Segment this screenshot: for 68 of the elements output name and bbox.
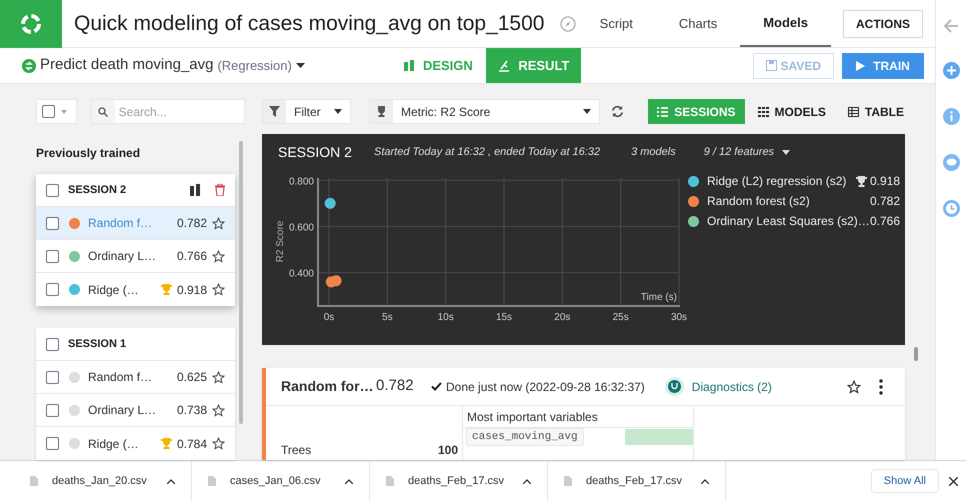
x-tick-label: 20s xyxy=(554,312,570,323)
model-status: Done just now (2022-09-28 16:32:37) xyxy=(446,378,645,396)
download-item[interactable]: deaths_Feb_17.csv xyxy=(370,461,548,501)
x-tick-label: 10s xyxy=(438,312,454,323)
session-title: SESSION 2 xyxy=(278,142,353,162)
show-all-button[interactable]: Show All xyxy=(870,469,939,493)
x-axis-label: Time (s) xyxy=(640,292,677,303)
model-row[interactable]: Ordinary L… 0.738 xyxy=(36,394,235,427)
model-name: Ordinary L… xyxy=(88,402,158,419)
page-title: Quick modeling of cases moving_avg on top_1500 xyxy=(74,10,544,37)
x-tick-label: 15s xyxy=(496,312,512,323)
model-score: 0.782 xyxy=(376,376,415,396)
diagnostics-link[interactable]: Diagnostics (2) xyxy=(692,378,772,396)
model-row[interactable]: Random f… 0.625 xyxy=(36,361,235,394)
model-name: Ridge (… xyxy=(88,436,140,452)
session-timing: Started Today at 16:32 , ended Today at 16:32 xyxy=(374,144,600,160)
model-score: 0.784 xyxy=(177,436,208,452)
model-score: 0.766 xyxy=(177,248,208,265)
x-tick-label: 30s xyxy=(670,312,688,323)
legend-label: Ordinary Least Squares (s2)… xyxy=(707,213,870,230)
features-dropdown[interactable]: 9 / 12 features xyxy=(704,144,790,160)
legend-score: 0.766 xyxy=(870,213,900,230)
model-name: Ordinary L… xyxy=(88,248,158,265)
model-count: 3 models xyxy=(631,144,676,160)
download-item[interactable]: deaths_Jan_20.csv xyxy=(14,461,192,501)
x-tick-label: 0s xyxy=(324,312,334,323)
session-title: SESSION 1 xyxy=(68,336,126,352)
x-tick-label: 25s xyxy=(612,312,629,323)
legend-score: 0.782 xyxy=(870,193,900,210)
x-tick-label: 5s xyxy=(382,312,393,323)
nav-tab[interactable]: Script xyxy=(576,0,656,47)
model-row[interactable]: Ordinary L… 0.766 xyxy=(36,240,235,273)
download-item[interactable]: cases_Jan_06.csv xyxy=(192,461,370,501)
model-score: 0.625 xyxy=(177,369,208,386)
session-title: SESSION 2 xyxy=(68,182,126,198)
legend-score: 0.918 xyxy=(870,173,900,190)
task-type: (Regression) xyxy=(217,56,292,75)
section-heading: Previously trained xyxy=(36,145,142,162)
download-item[interactable]: deaths_Feb_17.csv xyxy=(548,461,726,501)
variable-name: cases_moving_avg xyxy=(466,428,584,446)
search-input[interactable]: Search... xyxy=(118,102,239,120)
actions-button[interactable]: ACTIONS xyxy=(843,10,923,38)
task-title[interactable]: Predict death moving_avg xyxy=(40,54,214,77)
y-tick-label: 0.400 xyxy=(288,268,314,280)
filter-dropdown[interactable]: Filter xyxy=(262,99,351,124)
model-name[interactable]: Random for… xyxy=(281,376,376,397)
search-field[interactable]: Search... xyxy=(90,99,245,124)
parameter-label: Trees xyxy=(281,442,312,459)
y-tick-label: 0.600 xyxy=(288,222,314,234)
nav-tab[interactable]: Charts xyxy=(656,0,740,47)
model-name: Ridge (… xyxy=(88,282,140,298)
parameter-value: 100 xyxy=(438,442,458,459)
legend-label: Random forest (s2) xyxy=(707,193,810,210)
model-row[interactable]: Ridge (… 0.784 xyxy=(36,427,235,460)
view-tab[interactable]: MODELS xyxy=(748,99,835,124)
metric-dropdown[interactable]: Metric: R2 Score xyxy=(369,99,600,124)
model-score: 0.918 xyxy=(177,282,208,298)
model-score: 0.782 xyxy=(177,215,208,232)
nav-tab[interactable]: Models xyxy=(740,0,831,47)
legend-label: Ridge (L2) regression (s2) xyxy=(707,173,846,190)
y-axis-label: R2 Score xyxy=(275,220,286,262)
model-row[interactable]: Ridge (… 0.918 xyxy=(36,273,235,306)
view-tab[interactable]: TABLE xyxy=(838,99,913,124)
model-name: Random f… xyxy=(88,215,154,232)
model-score: 0.738 xyxy=(177,402,208,419)
model-name: Random f… xyxy=(88,369,154,386)
model-row[interactable]: Random f… 0.782 xyxy=(36,207,235,240)
y-tick-label: 0.800 xyxy=(288,176,314,188)
